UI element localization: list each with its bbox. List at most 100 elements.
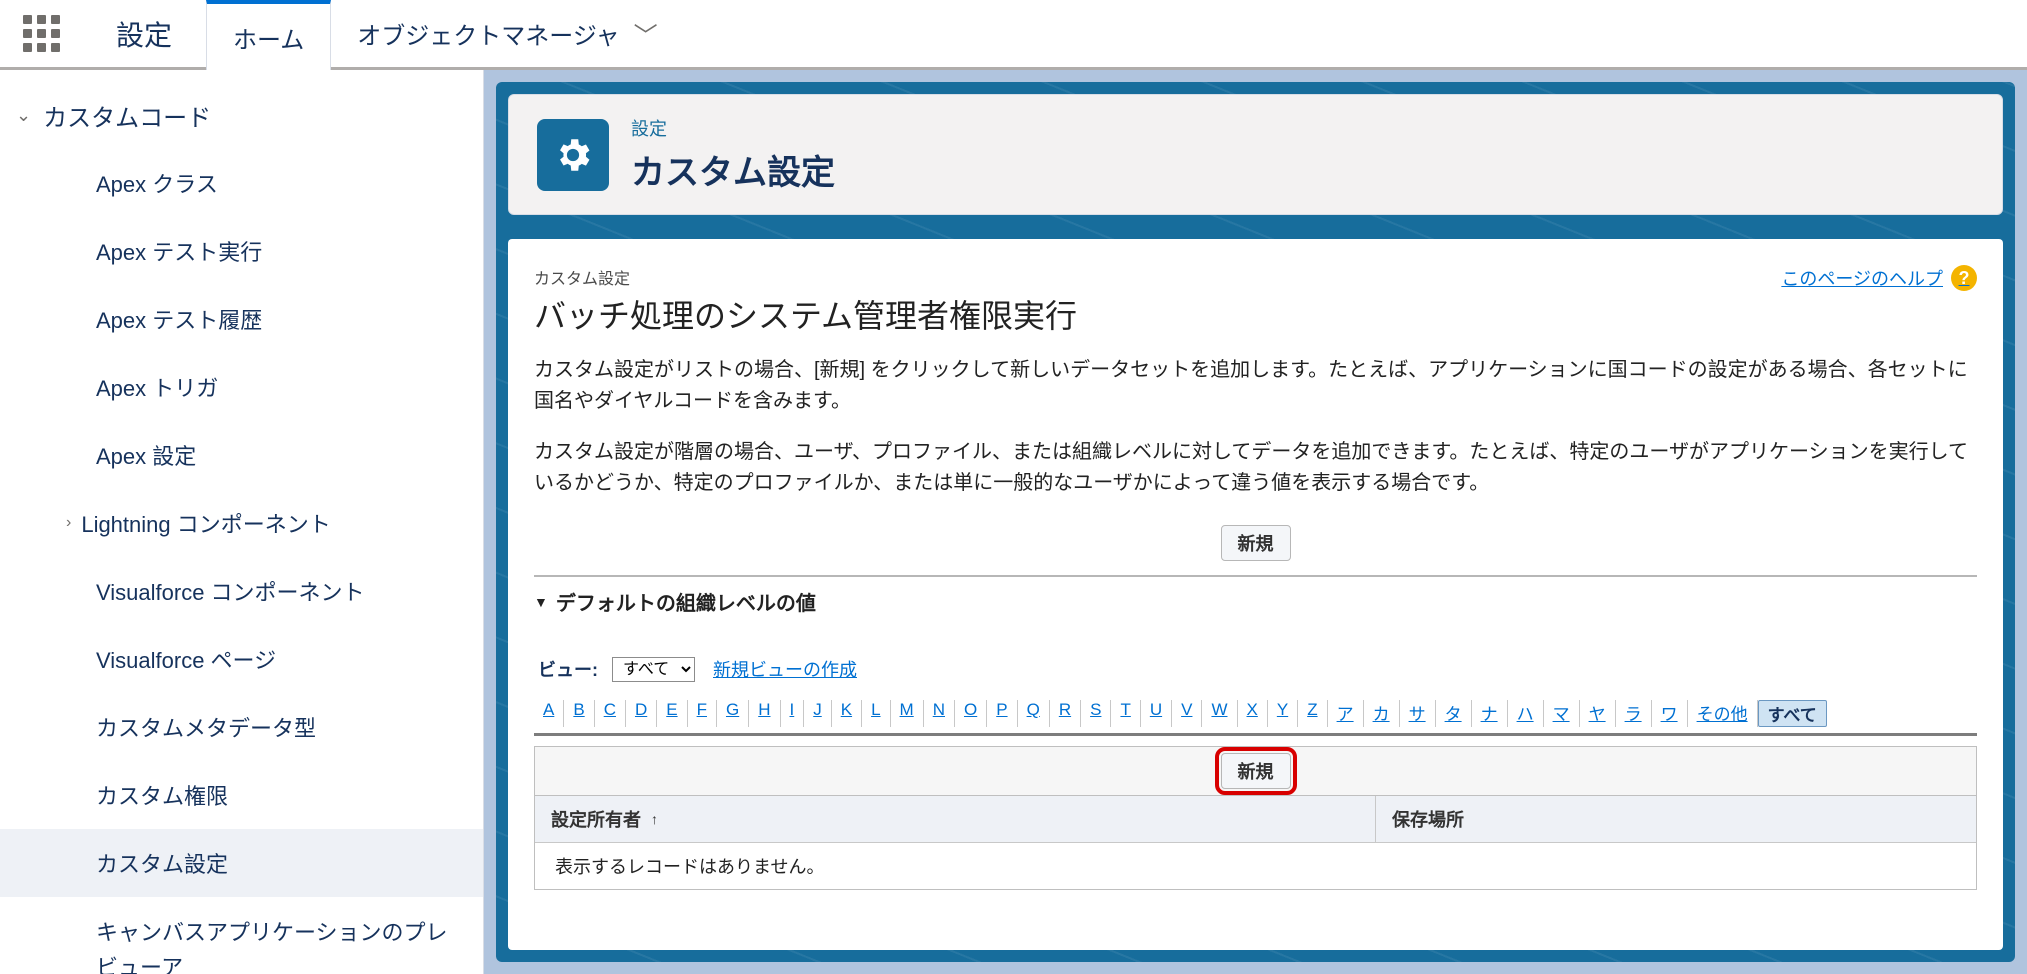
tree-item-label: Visualforce ページ [96, 643, 276, 675]
alpha-filter-P[interactable]: P [987, 700, 1017, 727]
alpha-filter-B[interactable]: B [564, 700, 594, 727]
page-header: 設定 カスタム設定 [508, 94, 2003, 215]
tree-group-header-custom-code[interactable]: ⌄ カスタムコード [0, 82, 483, 149]
alpha-filter-その他[interactable]: その他 [1688, 700, 1758, 727]
alpha-filter-V[interactable]: V [1172, 700, 1202, 727]
tree-item-apex-test-history[interactable]: Apex テスト履歴 [0, 285, 483, 353]
table-button-row: 新規 [535, 747, 1976, 796]
alpha-filter-S[interactable]: S [1081, 700, 1111, 727]
help-icon: ? [1951, 265, 1977, 291]
page-help-link[interactable]: このページのヘルプ ? [1781, 265, 1977, 291]
table-col-owner[interactable]: 設定所有者 ↑ [535, 796, 1375, 842]
alpha-filter-ナ[interactable]: ナ [1472, 700, 1508, 727]
tree-group-label: カスタムコード [43, 98, 211, 133]
alpha-filter-I[interactable]: I [781, 700, 805, 727]
alpha-filter-Q[interactable]: Q [1018, 700, 1050, 727]
alpha-filter-C[interactable]: C [595, 700, 626, 727]
tree-item-apex-triggers[interactable]: Apex トリガ [0, 353, 483, 421]
alpha-filter-A[interactable]: A [534, 700, 564, 727]
nav-tab-home[interactable]: ホーム [206, 0, 331, 70]
app-launcher-button[interactable] [0, 0, 82, 67]
alpha-filter-N[interactable]: N [924, 700, 955, 727]
tree-item-label: カスタム設定 [96, 847, 228, 879]
list-table: 新規 設定所有者 ↑ 保存場所 表示するレコードはありません。 [534, 746, 1977, 890]
section-header-default-org-values[interactable]: ▼ デフォルトの組織レベルの値 [534, 587, 1977, 616]
table-col-location[interactable]: 保存場所 [1375, 796, 1976, 842]
table-empty-message: 表示するレコードはありません。 [535, 843, 1976, 889]
tree-item-canvas-app-previewer[interactable]: キャンバスアプリケーションのプレビューア [0, 897, 483, 974]
alpha-filter-ラ[interactable]: ラ [1616, 700, 1652, 727]
alpha-filter-Y[interactable]: Y [1268, 700, 1298, 727]
main-area: 設定 カスタム設定 カスタム設定 バッチ処理のシステム管理者権限実行 このページ… [484, 70, 2027, 974]
tree-item-vf-pages[interactable]: Visualforce ページ [0, 625, 483, 693]
alpha-filter-J[interactable]: J [804, 700, 832, 727]
alpha-filter-W[interactable]: W [1202, 700, 1237, 727]
tree-item-label: Apex テスト実行 [96, 235, 262, 267]
alpha-filter-タ[interactable]: タ [1436, 700, 1472, 727]
table-body: 表示するレコードはありません。 [535, 843, 1976, 889]
global-nav: 設定 ホーム オブジェクトマネージャ ﹀ [0, 0, 2027, 70]
alpha-filter-L[interactable]: L [862, 700, 890, 727]
alpha-filter-F[interactable]: F [688, 700, 717, 727]
alpha-filter-G[interactable]: G [717, 700, 749, 727]
alpha-filter-O[interactable]: O [955, 700, 987, 727]
alpha-filter-カ[interactable]: カ [1364, 700, 1400, 727]
tree-item-label: Visualforce コンポーネント [96, 575, 365, 607]
alpha-filter-D[interactable]: D [626, 700, 657, 727]
alpha-filter-R[interactable]: R [1050, 700, 1081, 727]
tree-item-label: Apex テスト履歴 [96, 303, 262, 335]
alpha-filter-すべて[interactable]: すべて [1758, 700, 1827, 727]
tree-item-label: Apex トリガ [96, 371, 218, 403]
tree-item-apex-classes[interactable]: Apex クラス [0, 149, 483, 217]
alpha-filter-サ[interactable]: サ [1400, 700, 1436, 727]
tree-item-custom-metadata-types[interactable]: カスタムメタデータ型 [0, 693, 483, 761]
alpha-filter-ヤ[interactable]: ヤ [1580, 700, 1616, 727]
sort-asc-icon: ↑ [651, 811, 658, 827]
alpha-filter-E[interactable]: E [657, 700, 687, 727]
view-select[interactable]: すべて [612, 657, 695, 682]
alpha-filter-ワ[interactable]: ワ [1652, 700, 1688, 727]
description-1: カスタム設定がリストの場合、[新規] をクリックして新しいデータセットを追加しま… [534, 355, 1977, 417]
chevron-down-icon: ﹀ [634, 16, 658, 51]
view-label: ビュー: [538, 656, 598, 682]
tree-item-label: Apex 設定 [96, 439, 196, 471]
setup-tree-sidebar[interactable]: ⌄ カスタムコード Apex クラス Apex テスト実行 Apex テスト履歴… [0, 70, 484, 974]
tree-item-custom-permissions[interactable]: カスタム権限 [0, 761, 483, 829]
body: ⌄ カスタムコード Apex クラス Apex テスト実行 Apex テスト履歴… [0, 70, 2027, 974]
section-title-label: デフォルトの組織レベルの値 [556, 587, 816, 616]
breadcrumb: カスタム設定 [534, 265, 1781, 289]
table-header-row: 設定所有者 ↑ 保存場所 [535, 796, 1976, 843]
alpha-filter-ハ[interactable]: ハ [1508, 700, 1544, 727]
alpha-filter-T[interactable]: T [1111, 700, 1140, 727]
alpha-filter-ア[interactable]: ア [1328, 700, 1364, 727]
table-col-location-label: 保存場所 [1392, 810, 1464, 830]
new-button-top[interactable]: 新規 [1221, 525, 1291, 561]
page-help-label: このページのヘルプ [1781, 265, 1943, 291]
create-new-view-link[interactable]: 新規ビューの作成 [713, 656, 857, 682]
alpha-filter-U[interactable]: U [1141, 700, 1172, 727]
alpha-filter-K[interactable]: K [832, 700, 862, 727]
main-inner: 設定 カスタム設定 カスタム設定 バッチ処理のシステム管理者権限実行 このページ… [496, 82, 2015, 962]
tree-group-custom-code: ⌄ カスタムコード Apex クラス Apex テスト実行 Apex テスト履歴… [0, 82, 483, 974]
tree-item-apex-test-exec[interactable]: Apex テスト実行 [0, 217, 483, 285]
alpha-filter-Z[interactable]: Z [1298, 700, 1327, 727]
alpha-filter-M[interactable]: M [891, 700, 924, 727]
page-title: カスタム設定 [631, 145, 835, 194]
tree-item-label: カスタム権限 [96, 779, 228, 811]
tree-item-custom-settings[interactable]: カスタム設定 [0, 829, 483, 897]
alpha-filter-H[interactable]: H [749, 700, 780, 727]
alpha-filter-X[interactable]: X [1238, 700, 1268, 727]
section-divider [534, 575, 1977, 577]
tree-item-lightning-components[interactable]: › Lightning コンポーネント [0, 489, 483, 557]
alpha-filter-マ[interactable]: マ [1544, 700, 1580, 727]
table-col-owner-label: 設定所有者 [551, 806, 641, 832]
waffle-icon [23, 15, 60, 52]
tree-item-vf-components[interactable]: Visualforce コンポーネント [0, 557, 483, 625]
tree-item-label: キャンバスアプリケーションのプレビューア [96, 915, 463, 974]
description-2: カスタム設定が階層の場合、ユーザ、プロファイル、または組織レベルに対してデータを… [534, 437, 1977, 499]
nav-tab-object-manager[interactable]: オブジェクトマネージャ ﹀ [331, 0, 683, 67]
chevron-right-icon: › [66, 514, 71, 532]
content-card: カスタム設定 バッチ処理のシステム管理者権限実行 このページのヘルプ ? カスタ… [508, 239, 2003, 950]
tree-item-apex-settings[interactable]: Apex 設定 [0, 421, 483, 489]
new-button-table[interactable]: 新規 [1221, 753, 1291, 789]
